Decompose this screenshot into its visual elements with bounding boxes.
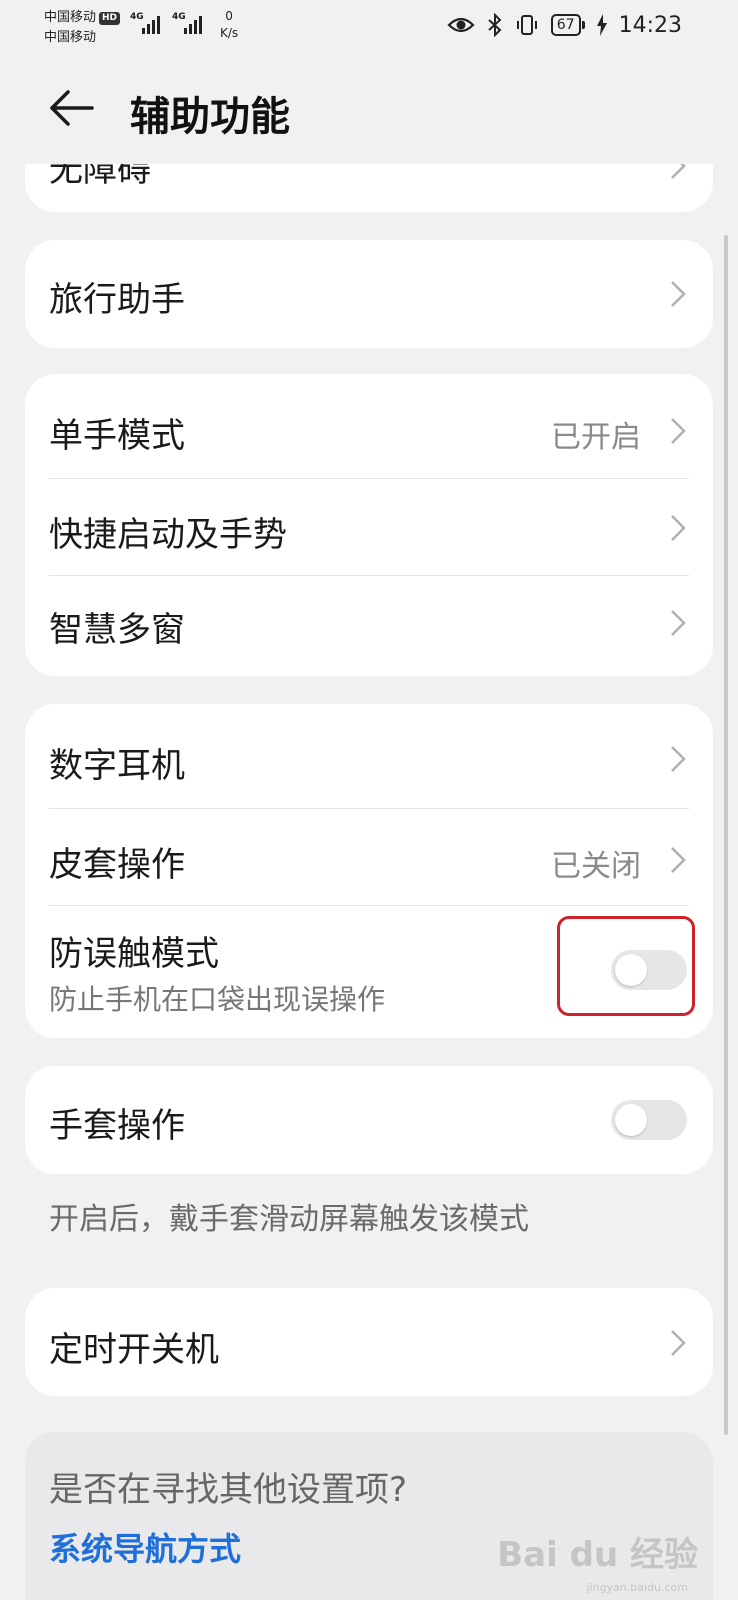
pocket-mode-description: 防止手机在口袋出现误操作 [49,983,386,1016]
travel-assistant-label: 旅行助手 [49,280,185,320]
status-bar: 中国移动 HD 中国移动 4G 4G 0 K/s 67 14:23 [0,0,738,52]
speed-value: 0 [225,9,233,23]
shortcuts-gestures-item[interactable]: 快捷启动及手势 [25,479,713,575]
scheduled-power-item[interactable]: 定时开关机 [25,1288,713,1396]
digital-earphone-label: 数字耳机 [49,746,185,786]
cover-operation-status: 已关闭 [551,849,641,884]
watermark: Bai du 经验 [497,1535,698,1575]
multi-window-item[interactable]: 智慧多窗 [25,576,713,676]
one-hand-mode-item[interactable]: 单手模式 已开启 [25,374,713,478]
travel-card: 旅行助手 [25,240,713,348]
cover-operation-item[interactable]: 皮套操作 已关闭 [25,809,713,905]
network-speed: 0 K/s [220,8,238,42]
chevron-right-icon [671,847,686,873]
shortcuts-gestures-label: 快捷启动及手势 [49,515,287,555]
glove-mode-item: 手套操作 [25,1066,713,1174]
cover-operation-label: 皮套操作 [49,845,185,885]
accessibility-label: 无障碍 [49,150,151,190]
battery-level: 67 [550,14,581,36]
speed-unit: K/s [220,26,239,40]
one-hand-mode-status: 已开启 [551,420,641,455]
scheduled-power-label: 定时开关机 [49,1330,219,1370]
page-title: 辅助功能 [130,94,290,140]
watermark-url: jingyan.baidu.com [586,1581,688,1594]
travel-assistant-item[interactable]: 旅行助手 [25,240,713,348]
timer-card: 定时开关机 [25,1288,713,1396]
chevron-right-icon [671,746,686,772]
glove-card: 手套操作 [25,1066,713,1174]
chevron-right-icon [671,515,686,541]
chevron-right-icon [671,1330,686,1356]
hd-badge: HD [99,12,121,25]
suggestion-question: 是否在寻找其他设置项? [49,1470,408,1510]
chevron-right-icon [671,418,686,444]
battery-icon: 67 [550,14,585,36]
back-arrow-icon[interactable] [46,86,96,130]
highlight-annotation [557,916,695,1016]
multi-window-label: 智慧多窗 [49,610,185,650]
digital-earphone-item[interactable]: 数字耳机 [25,704,713,808]
carrier-2: 中国移动 [44,30,97,45]
pocket-mode-label: 防误触模式 [49,934,219,974]
charging-icon [596,14,607,36]
chevron-right-icon [671,610,686,636]
bluetooth-icon [488,13,502,37]
carrier-1: 中国移动 [44,10,97,25]
controls-card: 单手模式 已开启 快捷启动及手势 智慧多窗 [25,374,713,676]
glove-mode-note: 开启后，戴手套滑动屏幕触发该模式 [49,1202,529,1237]
glove-mode-label: 手套操作 [49,1106,185,1146]
system-navigation-link[interactable]: 系统导航方式 [49,1524,241,1570]
carrier-info: 中国移动 HD 中国移动 [44,8,121,48]
app-header: 辅助功能 [0,68,738,148]
chevron-right-icon [671,164,686,179]
eye-icon [447,17,475,33]
scrollbar[interactable] [724,235,728,1435]
glove-mode-toggle[interactable] [611,1100,687,1140]
vibrate-icon [516,15,537,35]
chevron-right-icon [671,281,686,307]
clock: 14:23 [618,12,682,38]
one-hand-mode-label: 单手模式 [49,416,185,456]
